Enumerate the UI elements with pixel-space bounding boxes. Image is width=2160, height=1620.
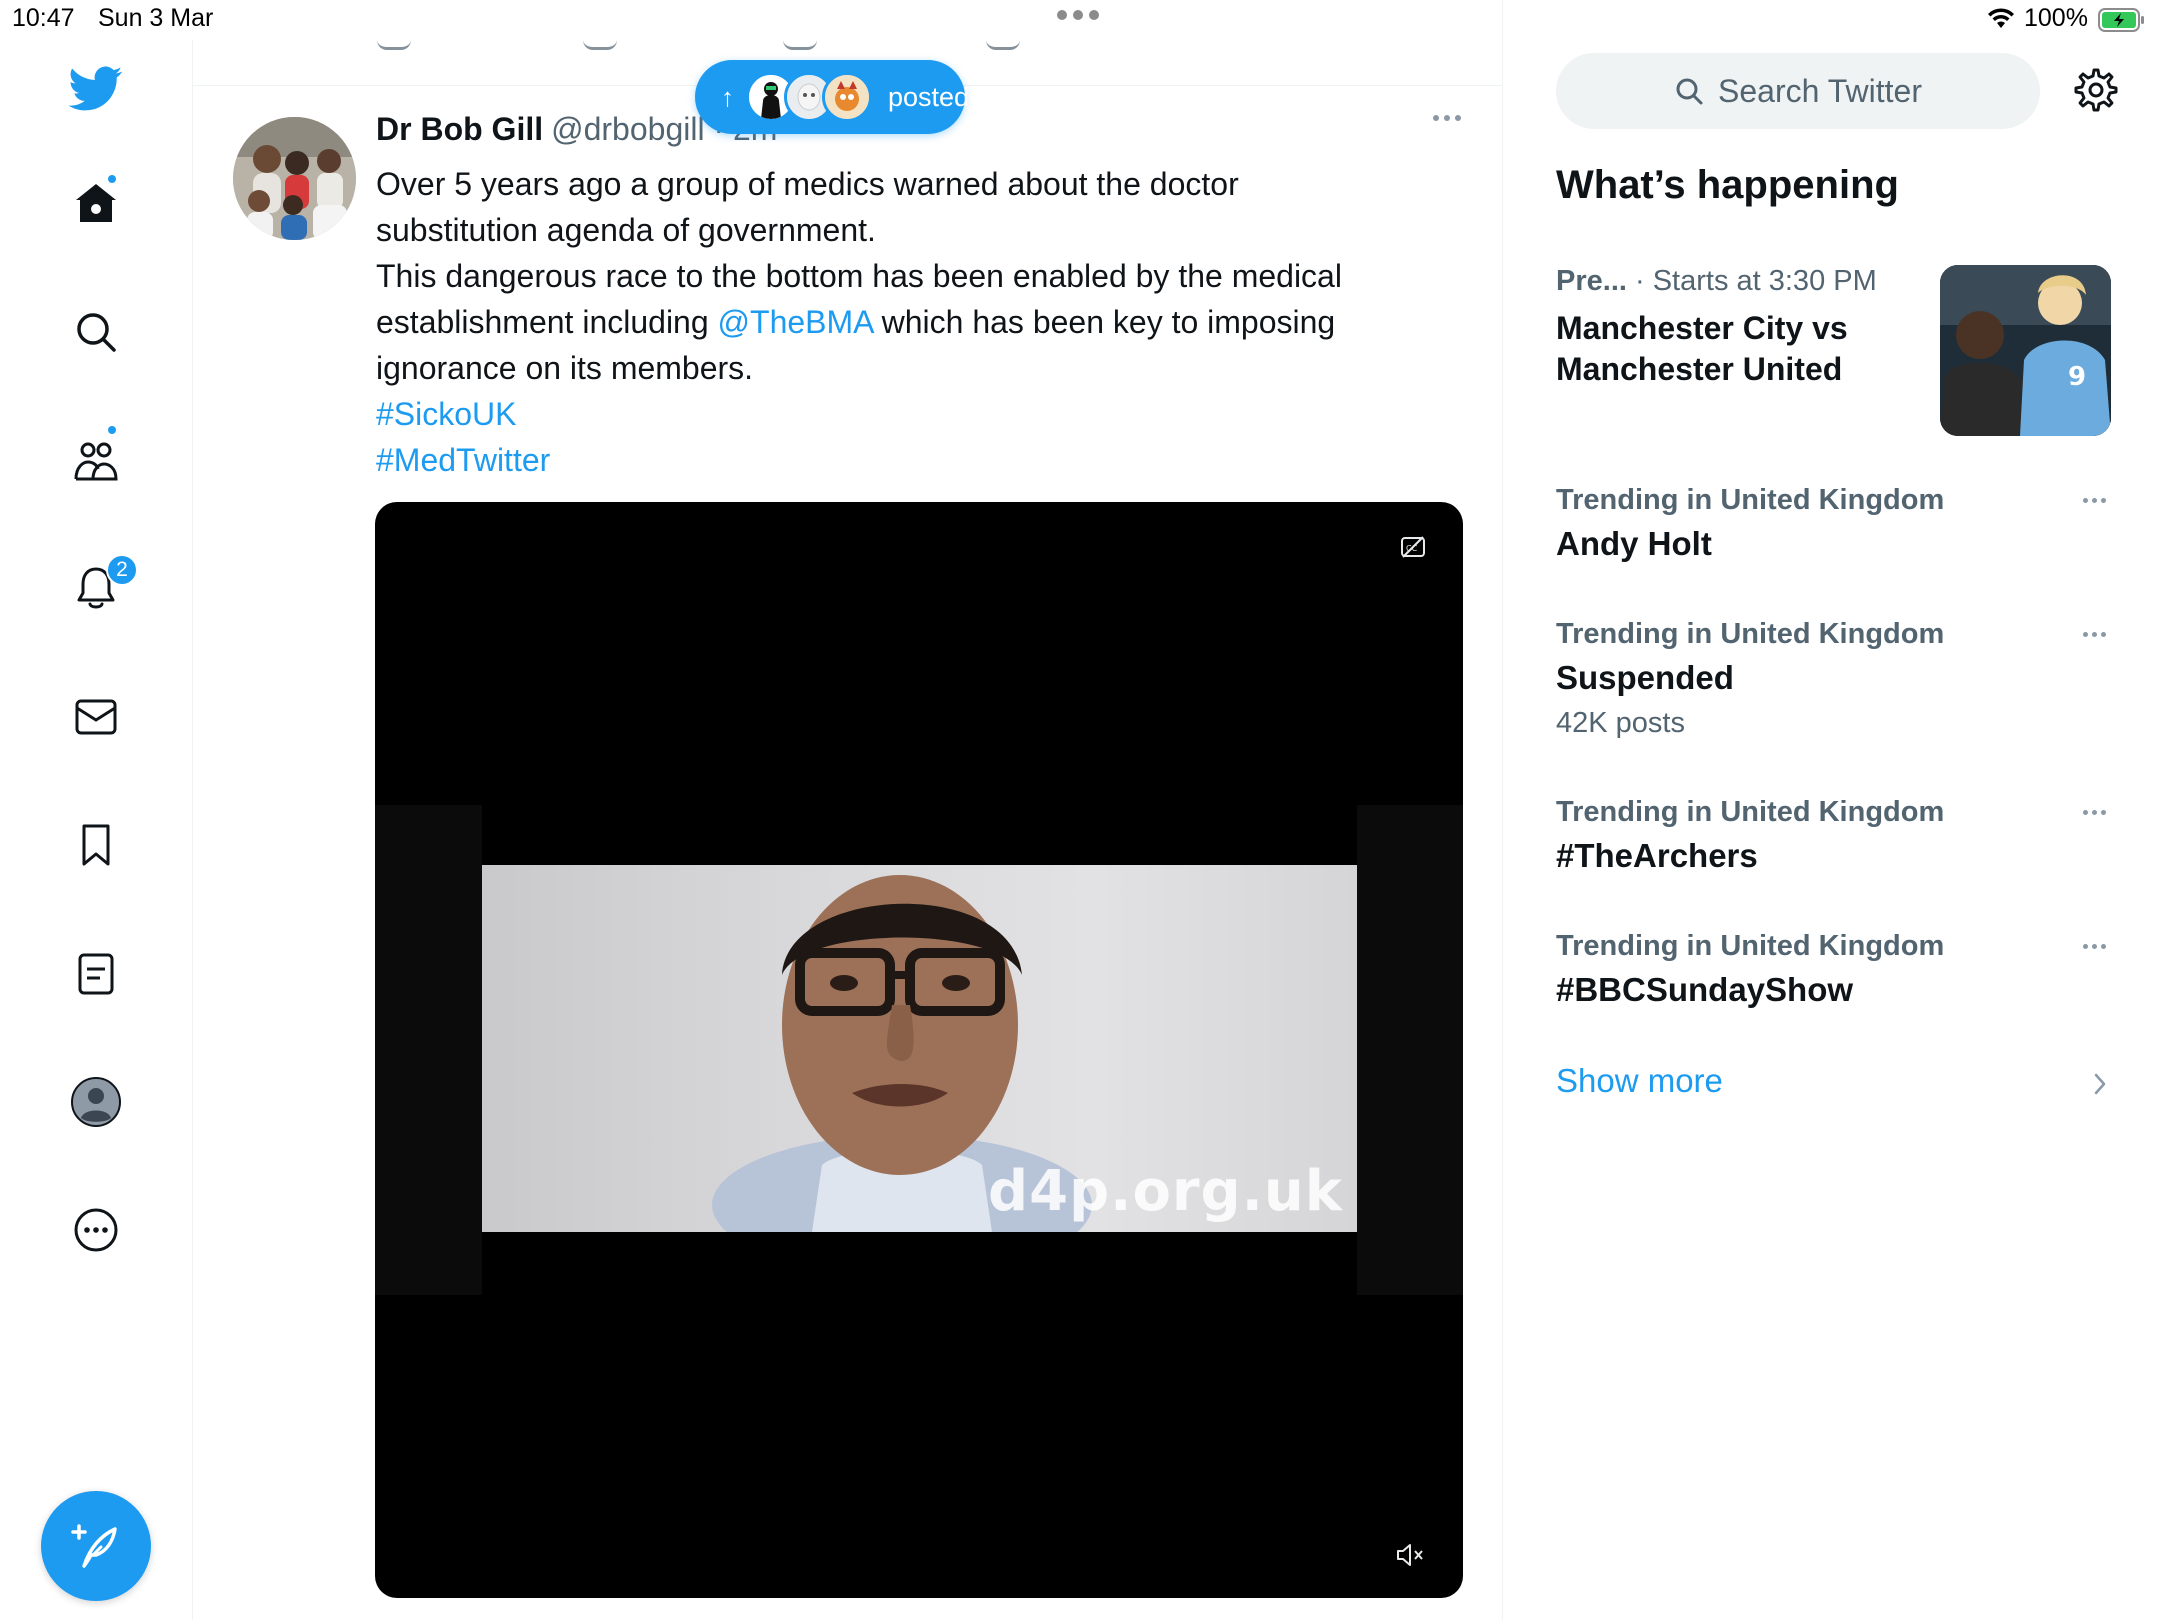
new-posts-pill[interactable]: ↑ posted: [695, 60, 969, 134]
new-posts-label: posted: [888, 81, 970, 112]
whats-happening-title: What’s happening: [1556, 163, 1899, 207]
twitter-bird-icon: [69, 66, 123, 111]
retweet-icon[interactable]: [583, 30, 617, 50]
trend-item[interactable]: Trending in United Kingdom Suspended 42K…: [1556, 618, 2110, 740]
featured-event-meta: Pre... · Starts at 3:30 PM: [1556, 265, 1877, 298]
chevron-right-icon[interactable]: [2092, 1072, 2108, 1096]
more-circle-icon: [74, 1208, 118, 1252]
left-nav: 2: [0, 40, 193, 1620]
list-icon: [78, 953, 114, 995]
nav-notifications[interactable]: 2: [62, 554, 138, 622]
tweet-text-segment: which has been key to imposing: [872, 304, 1336, 340]
trend-context: Trending in United Kingdom: [1556, 618, 1945, 650]
notifications-badge: 2: [106, 554, 138, 586]
trend-name: #BBCSundayShow: [1556, 971, 1854, 1008]
tweet-more-icon[interactable]: [1433, 115, 1461, 121]
trend-more-icon[interactable]: [2083, 632, 2106, 637]
trend-item[interactable]: Trending in United Kingdom #TheArchers: [1556, 796, 2110, 875]
avatar[interactable]: [233, 117, 356, 240]
svg-text:9: 9: [2068, 362, 2086, 392]
nav-communities[interactable]: [62, 424, 130, 494]
tweet-text-segment: establishment including: [376, 304, 718, 340]
trend-name: #TheArchers: [1556, 837, 1758, 874]
video-watermark: d4p.org.uk: [988, 1159, 1343, 1224]
mention-link[interactable]: @TheBMA: [718, 304, 873, 340]
nav-explore[interactable]: [62, 298, 130, 366]
home-icon: [76, 184, 116, 222]
trend-item[interactable]: Trending in United Kingdom #BBCSundaySho…: [1556, 930, 2110, 1009]
trend-more-icon[interactable]: [2083, 944, 2106, 949]
search-icon: [77, 313, 116, 352]
arrow-up-icon: ↑: [721, 81, 734, 112]
show-more-link[interactable]: Show more: [1556, 1062, 1723, 1100]
video-frame: d4p.org.uk: [482, 865, 1357, 1232]
communities-icon: [74, 442, 118, 481]
nav-home[interactable]: [62, 169, 130, 237]
bookmark-icon: [82, 824, 110, 866]
avatar-icon: [71, 1077, 121, 1127]
trend-more-icon[interactable]: [2083, 498, 2106, 503]
tweet-text-line: This dangerous race to the bottom has be…: [376, 258, 1342, 294]
trend-count: 42K posts: [1556, 707, 1685, 739]
trend-context: Trending in United Kingdom: [1556, 930, 1945, 962]
hashtag-link[interactable]: #SickoUK: [376, 396, 517, 432]
compose-button[interactable]: [41, 1491, 151, 1601]
trend-name: Suspended: [1556, 659, 1734, 696]
nav-profile[interactable]: [62, 1068, 130, 1136]
trend-name: Andy Holt: [1556, 525, 1712, 562]
featured-event-category: Pre...: [1556, 265, 1627, 297]
compose-feather-icon: [71, 1524, 117, 1568]
nav-lists[interactable]: [62, 940, 130, 1008]
communities-new-dot: [106, 424, 118, 436]
reply-icon[interactable]: [377, 30, 411, 50]
twitter-logo[interactable]: [62, 55, 130, 123]
search-placeholder: Search Twitter: [1718, 72, 1922, 109]
video-letterbox: [1357, 805, 1463, 1295]
tweet-text-line: substitution agenda of government.: [376, 212, 876, 248]
mail-icon: [75, 699, 117, 735]
featured-event-image: 9: [1940, 265, 2111, 436]
nav-messages[interactable]: [62, 683, 130, 751]
right-sidebar: Search Twitter What’s happening Pre... ·…: [1504, 0, 2160, 1620]
tweet-text-line: ignorance on its members.: [376, 350, 754, 386]
tweet-text: Over 5 years ago a group of medics warne…: [376, 161, 1466, 483]
trend-more-icon[interactable]: [2083, 810, 2106, 815]
featured-event-title: Manchester City vs Manchester United: [1556, 310, 1848, 387]
status-time: 10:47: [12, 4, 75, 32]
author-name[interactable]: Dr Bob Gill: [376, 111, 543, 148]
home-new-dot: [106, 173, 118, 185]
timeline: ↑ posted Dr Bob Gill @drbobgill · 2m Ove…: [193, 0, 1503, 1620]
tweet-text-line: Over 5 years ago a group of medics warne…: [376, 166, 1239, 202]
video-letterbox: [375, 805, 482, 1295]
featured-event[interactable]: Pre... · Starts at 3:30 PM Manchester Ci…: [1556, 262, 2111, 437]
captions-off-icon[interactable]: CC: [1400, 535, 1426, 559]
featured-event-time: · Starts at 3:30 PM: [1626, 265, 1877, 297]
pill-avatars: [746, 72, 872, 122]
search-icon: [1676, 78, 1703, 105]
trend-context: Trending in United Kingdom: [1556, 484, 1945, 516]
search-input[interactable]: Search Twitter: [1556, 53, 2040, 129]
hashtag-link[interactable]: #MedTwitter: [376, 442, 550, 478]
trend-item[interactable]: Trending in United Kingdom Andy Holt: [1556, 484, 2110, 563]
tweet-text-line: establishment including @TheBMA which ha…: [376, 299, 1466, 345]
avatar: [822, 72, 872, 122]
gear-icon[interactable]: [2074, 68, 2118, 112]
nav-more[interactable]: [62, 1196, 130, 1264]
share-icon[interactable]: [986, 30, 1020, 50]
muted-speaker-icon[interactable]: [1395, 1542, 1425, 1568]
like-icon[interactable]: [783, 30, 817, 50]
tweet[interactable]: Dr Bob Gill @drbobgill · 2m Over 5 years…: [193, 87, 1502, 1620]
tweet-video[interactable]: d4p.org.uk CC: [375, 502, 1463, 1598]
trend-context: Trending in United Kingdom: [1556, 796, 1945, 828]
nav-bookmarks[interactable]: [62, 811, 130, 879]
